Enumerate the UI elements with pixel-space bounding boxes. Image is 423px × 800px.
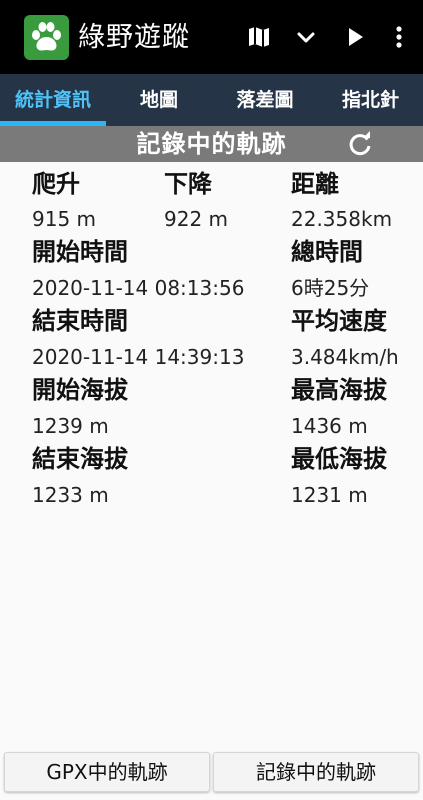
climb-value: 915 m (32, 207, 97, 231)
start-elevation-value: 1239 m (32, 414, 109, 438)
app-bar: 綠野遊蹤 (0, 0, 423, 74)
descent-value: 922 m (164, 207, 229, 231)
end-elevation-label: 結束海拔 (32, 445, 128, 473)
start-time-value: 2020-11-14 08:13:56 (32, 276, 245, 300)
distance-value: 22.358km (291, 207, 393, 231)
end-elevation-value: 1233 m (32, 483, 109, 507)
gpx-track-button[interactable]: GPX中的軌跡 (4, 752, 210, 792)
chevron-down-icon[interactable] (291, 22, 321, 52)
min-elevation-value: 1231 m (291, 483, 368, 507)
end-time-label: 結束時間 (32, 307, 128, 335)
total-time-label: 總時間 (291, 238, 363, 266)
play-icon[interactable] (340, 22, 370, 52)
recording-track-button[interactable]: 記錄中的軌跡 (213, 752, 419, 792)
refresh-icon[interactable] (346, 130, 374, 158)
avg-speed-value: 3.484km/h (291, 345, 399, 369)
total-time-value: 6時25分 (291, 276, 370, 300)
avg-speed-label: 平均速度 (291, 307, 387, 335)
distance-label: 距離 (291, 170, 339, 198)
panel-header: 記錄中的軌跡 (0, 126, 423, 162)
app-title: 綠野遊蹤 (78, 22, 190, 53)
more-vert-icon[interactable] (384, 22, 414, 52)
tab-map[interactable]: 地圖 (106, 74, 212, 126)
tab-compass[interactable]: 指北針 (318, 74, 423, 126)
tab-bar: 統計資訊 地圖 落差圖 指北針 (0, 74, 423, 126)
min-elevation-label: 最低海拔 (291, 445, 387, 473)
tab-statistics[interactable]: 統計資訊 (0, 74, 106, 126)
map-icon[interactable] (244, 22, 274, 52)
start-elevation-label: 開始海拔 (32, 376, 128, 404)
climb-label: 爬升 (32, 170, 80, 198)
tab-elevation-profile[interactable]: 落差圖 (212, 74, 318, 126)
descent-label: 下降 (164, 170, 212, 198)
end-time-value: 2020-11-14 14:39:13 (32, 345, 245, 369)
paw-icon (24, 15, 69, 60)
start-time-label: 開始時間 (32, 238, 128, 266)
max-elevation-label: 最高海拔 (291, 376, 387, 404)
max-elevation-value: 1436 m (291, 414, 368, 438)
